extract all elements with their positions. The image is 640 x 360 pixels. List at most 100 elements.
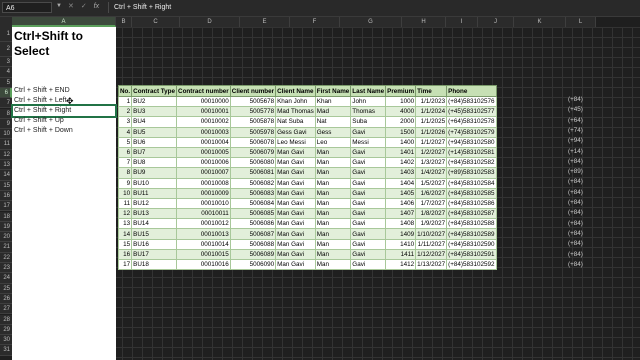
table-cell[interactable]: Man Gavi: [275, 197, 316, 210]
column-l-cell[interactable]: (+64): [568, 117, 583, 124]
shortcut-cell[interactable]: Ctrl + Shift + END: [14, 86, 70, 96]
table-cell[interactable]: 9: [117, 177, 133, 189]
table-cell[interactable]: Khan John: [275, 95, 316, 108]
column-l-cell[interactable]: (+84): [568, 261, 583, 268]
table-cell[interactable]: 1/4/2027: [415, 167, 448, 179]
enter-icon[interactable]: ✓: [81, 3, 87, 10]
table-cell[interactable]: Gavi: [350, 126, 387, 138]
table-cell[interactable]: BU15: [131, 228, 178, 240]
table-cell[interactable]: 5: [117, 136, 133, 148]
table-cell[interactable]: 1/2/2027: [415, 146, 448, 159]
table-cell[interactable]: 1/9/2027: [415, 218, 448, 230]
table-cell[interactable]: Man: [314, 157, 352, 169]
row-header-22[interactable]: 22: [0, 252, 12, 263]
column-header-a[interactable]: A: [12, 17, 116, 27]
table-cell[interactable]: 1/10/2027: [415, 228, 448, 240]
table-cell[interactable]: BU12: [131, 197, 178, 210]
table-cell[interactable]: Man: [314, 258, 352, 271]
table-cell[interactable]: 1/6/2027: [415, 187, 448, 199]
table-cell[interactable]: (+94)583102580: [446, 136, 497, 148]
table-cell[interactable]: Gavi: [350, 208, 387, 220]
active-cell[interactable]: Ctrl + Shift + Right: [11, 104, 117, 118]
table-cell[interactable]: BU6: [131, 136, 178, 148]
table-cell[interactable]: 5006082: [229, 177, 277, 189]
table-cell[interactable]: 16: [117, 248, 133, 261]
table-cell[interactable]: BU2: [131, 95, 178, 108]
table-cell[interactable]: 3: [117, 116, 133, 128]
column-l-cell[interactable]: (+84): [568, 178, 583, 185]
table-cell[interactable]: 1405: [385, 187, 417, 199]
table-cell[interactable]: (+84)583102591: [446, 248, 497, 261]
row-header-26[interactable]: 26: [0, 293, 12, 305]
table-cell[interactable]: 13: [117, 218, 133, 230]
row-header-28[interactable]: 28: [0, 314, 12, 325]
column-header-g[interactable]: G: [340, 17, 402, 27]
table-cell[interactable]: Man: [314, 177, 352, 189]
row-header-1[interactable]: 1: [0, 27, 12, 42]
table-cell[interactable]: 4000: [385, 106, 417, 118]
sheet-title[interactable]: Ctrl+Shift to Select: [14, 29, 114, 59]
row-header-27[interactable]: 27: [0, 304, 12, 315]
table-cell[interactable]: 1/11/2027: [415, 238, 448, 250]
table-cell[interactable]: 1404: [385, 177, 417, 189]
row-header-15[interactable]: 15: [0, 180, 12, 191]
table-cell[interactable]: (+14)583102581: [446, 146, 497, 159]
table-cell[interactable]: (+74)583102579: [446, 126, 497, 138]
table-cell[interactable]: 5006087: [229, 228, 277, 240]
column-l-cell[interactable]: (+84): [568, 209, 583, 216]
table-cell[interactable]: Man Gavi: [275, 258, 316, 271]
table-cell[interactable]: BU7: [131, 146, 178, 159]
table-cell[interactable]: 2000: [385, 116, 417, 128]
table-header-cell[interactable]: Client Name: [275, 85, 316, 97]
table-cell[interactable]: 1411: [385, 248, 417, 261]
table-cell[interactable]: Man: [314, 218, 352, 230]
table-header-cell[interactable]: Premium: [385, 85, 417, 97]
shortcut-cell[interactable]: Ctrl + Shift + Down: [14, 126, 73, 136]
table-cell[interactable]: (+84)583102592: [446, 258, 497, 271]
chevron-down-icon[interactable]: ▼: [56, 3, 62, 9]
row-header-10[interactable]: 10: [0, 129, 12, 140]
row-header-13[interactable]: 13: [0, 160, 12, 171]
table-cell[interactable]: 5005878: [229, 116, 277, 128]
table-cell[interactable]: (+64)583102578: [446, 116, 497, 128]
table-cell[interactable]: 00010008: [176, 177, 231, 189]
table-cell[interactable]: (+84)583102588: [446, 218, 497, 230]
table-cell[interactable]: Leo Messi: [275, 136, 316, 148]
table-cell[interactable]: (+84)583102576: [446, 95, 497, 108]
table-cell[interactable]: 1410: [385, 238, 417, 250]
row-header-30[interactable]: 30: [0, 335, 12, 346]
table-cell[interactable]: Nat: [314, 116, 352, 128]
table-header-cell[interactable]: No.: [117, 85, 133, 97]
table-cell[interactable]: 1/3/2027: [415, 157, 448, 169]
table-cell[interactable]: Gavi: [350, 197, 387, 210]
table-cell[interactable]: 00010006: [176, 157, 231, 169]
table-cell[interactable]: Nat Suba: [275, 116, 316, 128]
table-cell[interactable]: Man: [314, 187, 352, 199]
name-box[interactable]: A6: [2, 2, 52, 13]
column-l-cell[interactable]: (+84): [568, 158, 583, 165]
table-cell[interactable]: Man Gavi: [275, 157, 316, 169]
table-cell[interactable]: 00010003: [176, 126, 231, 138]
table-cell[interactable]: 5005978: [229, 126, 277, 138]
row-header-20[interactable]: 20: [0, 232, 12, 243]
row-header-9[interactable]: 9: [0, 118, 12, 130]
table-cell[interactable]: Man Gavi: [275, 187, 316, 199]
row-header-19[interactable]: 19: [0, 221, 12, 233]
table-cell[interactable]: 1402: [385, 157, 417, 169]
table-cell[interactable]: 17: [117, 258, 133, 271]
column-l-cell[interactable]: (+45): [568, 106, 583, 113]
table-cell[interactable]: 1/5/2027: [415, 177, 448, 189]
table-cell[interactable]: (+84)583102589: [446, 228, 497, 240]
table-cell[interactable]: 00010004: [176, 136, 231, 148]
column-header-j[interactable]: J: [478, 17, 514, 27]
shortcut-cell[interactable]: Ctrl + Shift + Left: [14, 96, 67, 106]
table-cell[interactable]: 11: [117, 197, 133, 210]
table-cell[interactable]: 1412: [385, 258, 417, 271]
table-cell[interactable]: 1406: [385, 197, 417, 210]
column-l-cell[interactable]: (+84): [568, 96, 583, 103]
table-cell[interactable]: Man Gavi: [275, 218, 316, 230]
column-l-cell[interactable]: (+84): [568, 220, 583, 227]
table-cell[interactable]: 1408: [385, 218, 417, 230]
table-cell[interactable]: 5006078: [229, 136, 277, 148]
table-cell[interactable]: 5005778: [229, 106, 277, 118]
